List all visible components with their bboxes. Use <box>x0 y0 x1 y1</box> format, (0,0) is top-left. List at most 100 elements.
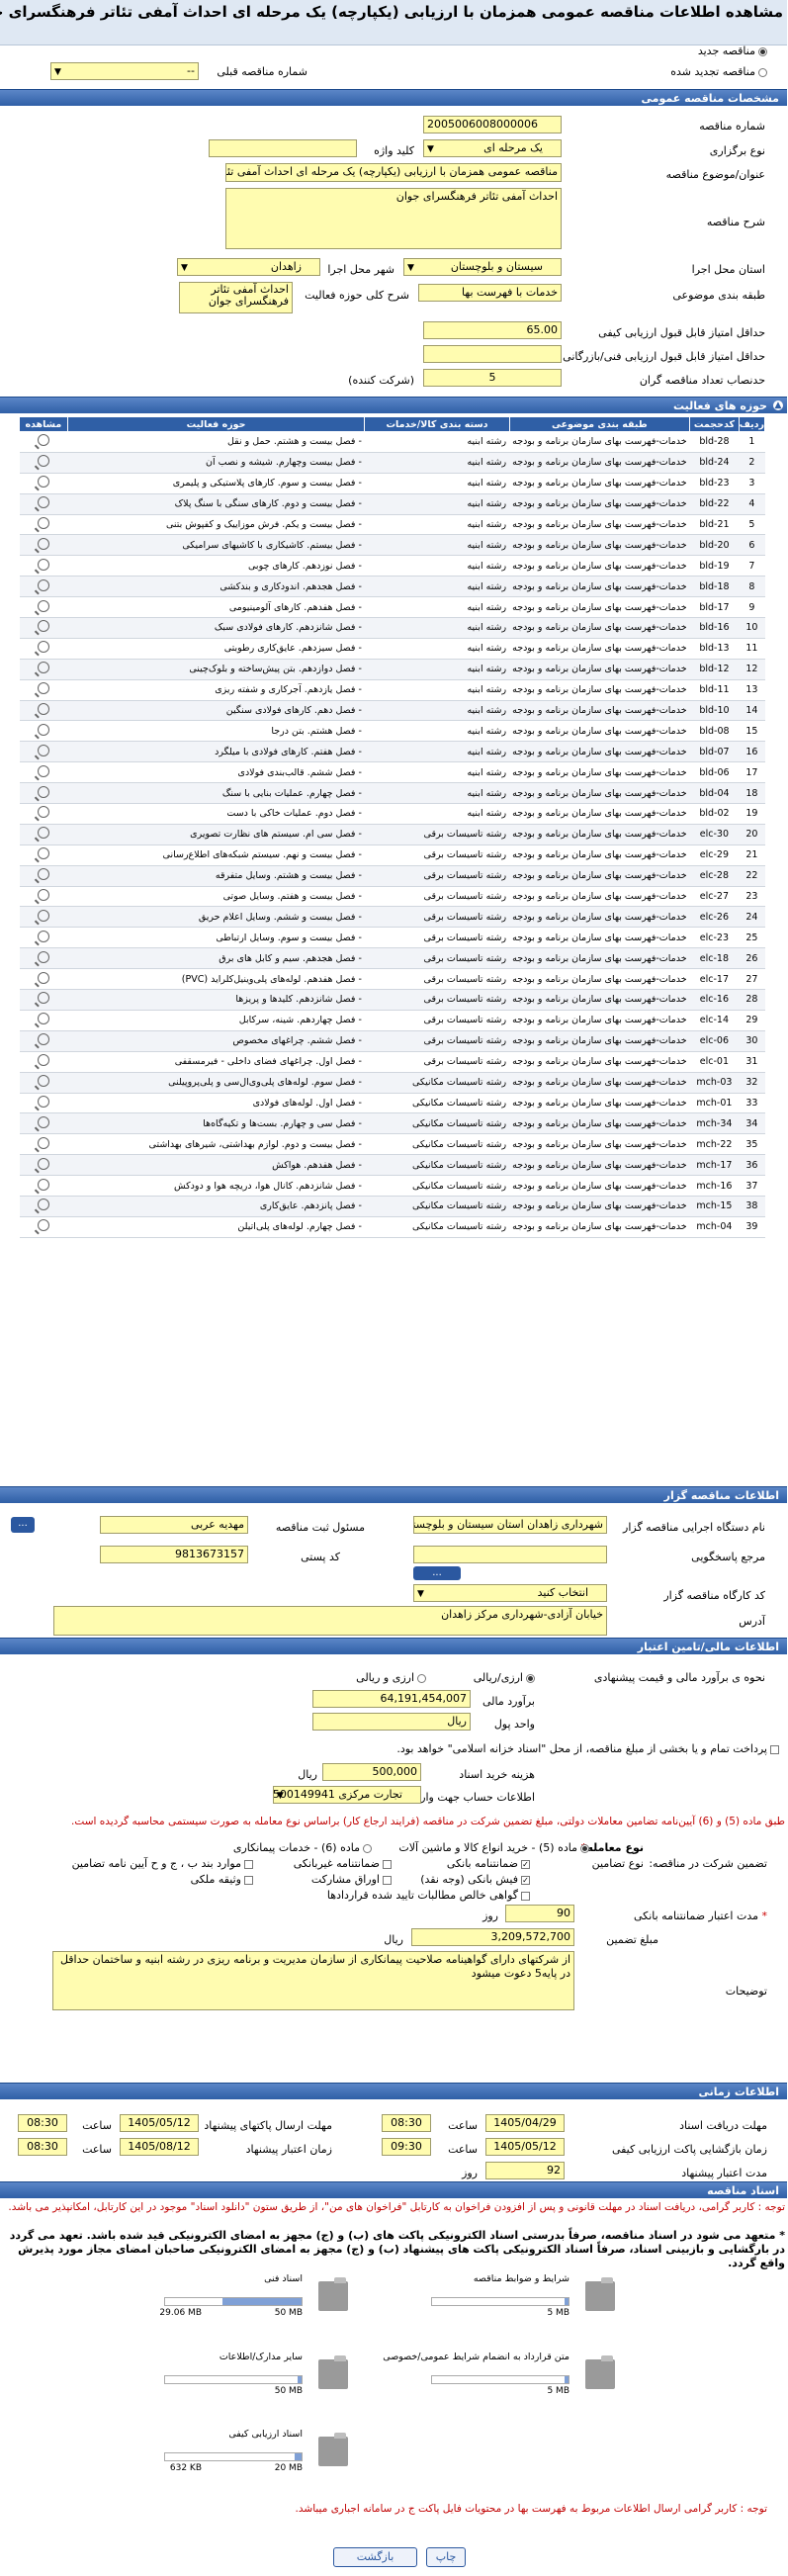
view-cell[interactable] <box>20 886 69 908</box>
view-icon[interactable] <box>38 868 50 881</box>
view-cell[interactable] <box>20 493 69 515</box>
view-icon[interactable] <box>38 1136 50 1149</box>
radio-renewed-tender[interactable]: مناقصه تجدید شده <box>671 65 768 78</box>
radio-deal-6[interactable]: ماده (6) - خدمات پیمانکاری <box>234 1841 373 1854</box>
view-cell[interactable] <box>20 1175 69 1197</box>
view-cell[interactable] <box>20 576 69 598</box>
account-select[interactable]: تجارت مرکزی 2500149941▼ <box>274 1786 422 1804</box>
activities-section-header[interactable]: حوزه های فعالیت ▲ <box>0 397 788 413</box>
view-icon[interactable] <box>38 909 50 922</box>
view-icon[interactable] <box>38 641 50 654</box>
view-icon[interactable] <box>38 476 50 489</box>
chk-claims[interactable]: گواهی خالص مطالبات تایید شده قراردادها <box>328 1889 531 1902</box>
view-icon[interactable] <box>38 806 50 819</box>
view-icon[interactable] <box>38 434 50 447</box>
view-icon[interactable] <box>38 1219 50 1232</box>
view-icon[interactable] <box>38 517 50 529</box>
view-cell[interactable] <box>20 700 69 722</box>
view-cell[interactable] <box>20 617 69 639</box>
view-icon[interactable] <box>38 537 50 550</box>
view-cell[interactable] <box>20 1072 69 1094</box>
view-icon[interactable] <box>38 785 50 798</box>
view-icon[interactable] <box>38 847 50 860</box>
view-cell[interactable] <box>20 782 69 805</box>
view-cell[interactable] <box>20 720 69 743</box>
view-cell[interactable] <box>20 865 69 887</box>
ref-more-button[interactable]: ... <box>414 1566 462 1580</box>
view-icon[interactable] <box>38 703 50 716</box>
chk-bank-receipt[interactable]: ✓فیش بانکی (وجه نقد) <box>421 1873 531 1886</box>
view-cell[interactable] <box>20 555 69 577</box>
file-item[interactable]: اسناد فنی 50 MB 29.06 MB <box>106 2269 353 2325</box>
view-icon[interactable] <box>38 1115 50 1128</box>
view-icon[interactable] <box>38 1199 50 1211</box>
view-icon[interactable] <box>38 764 50 777</box>
view-cell[interactable] <box>20 659 69 680</box>
pay-checkbox[interactable]: پرداخت تمام و یا بخشی از مبلغ مناقصه، از… <box>397 1742 780 1755</box>
file-item[interactable]: شرایط و ضوابط مناقصه 5 MB <box>373 2269 620 2325</box>
view-icon[interactable] <box>38 599 50 612</box>
view-cell[interactable] <box>20 803 69 825</box>
view-icon[interactable] <box>38 723 50 736</box>
view-icon[interactable] <box>38 992 50 1005</box>
view-icon[interactable] <box>38 1075 50 1088</box>
view-cell[interactable] <box>20 473 69 494</box>
view-icon[interactable] <box>38 620 50 633</box>
chk-bank-guarantee[interactable]: ✓ضمانتنامه بانکی <box>448 1857 531 1870</box>
view-cell[interactable] <box>20 906 69 929</box>
city-select[interactable]: زاهدان ▼ <box>178 258 321 276</box>
view-cell[interactable] <box>20 989 69 1011</box>
view-cell[interactable] <box>20 431 69 453</box>
prev-number-select[interactable]: -- ▼ <box>51 62 200 80</box>
view-cell[interactable] <box>20 844 69 866</box>
view-icon[interactable] <box>38 1054 50 1067</box>
chk-bonds[interactable]: اوراق مشارکت <box>312 1873 393 1886</box>
view-icon[interactable] <box>38 496 50 509</box>
view-icon[interactable] <box>38 682 50 695</box>
keyword-input[interactable] <box>210 139 358 157</box>
view-cell[interactable] <box>20 1010 69 1031</box>
workshop-select[interactable]: انتخاب کنید ▼ <box>414 1584 608 1602</box>
view-icon[interactable] <box>38 1157 50 1170</box>
view-icon[interactable] <box>38 1033 50 1046</box>
view-icon[interactable] <box>38 744 50 756</box>
chk-clause-items[interactable]: موارد بند ب ، ج و ح آیین نامه تضامین <box>73 1857 254 1870</box>
view-cell[interactable] <box>20 514 69 536</box>
view-cell[interactable] <box>20 741 69 763</box>
view-cell[interactable] <box>20 534 69 557</box>
view-cell[interactable] <box>20 1112 69 1135</box>
view-icon[interactable] <box>38 578 50 591</box>
view-icon[interactable] <box>38 455 50 468</box>
view-icon[interactable] <box>38 1178 50 1191</box>
radio-deal-5[interactable]: ماده (5) - خرید انواع کالا و ماشین آلات <box>399 1841 590 1854</box>
view-icon[interactable] <box>38 1095 50 1108</box>
officer-more-button[interactable]: ... <box>12 1517 36 1533</box>
view-cell[interactable] <box>20 968 69 991</box>
type-select[interactable]: یک مرحله ای ▼ <box>424 139 563 157</box>
print-button[interactable]: چاپ <box>427 2547 467 2567</box>
view-cell[interactable] <box>20 1196 69 1217</box>
view-icon[interactable] <box>38 662 50 674</box>
view-icon[interactable] <box>38 950 50 963</box>
file-item[interactable]: سایر مدارک/اطلاعات 50 MB <box>106 2348 353 2403</box>
radio-new-tender[interactable]: مناقصه جدید <box>699 44 768 57</box>
collapse-icon[interactable]: ▲ <box>774 400 784 410</box>
file-item[interactable]: متن قرارداد به انضمام شرایط عمومی/خصوصی 5… <box>373 2348 620 2403</box>
view-cell[interactable] <box>20 1030 69 1052</box>
view-cell[interactable] <box>20 1051 69 1073</box>
view-cell[interactable] <box>20 947 69 970</box>
view-cell[interactable] <box>20 679 69 701</box>
view-icon[interactable] <box>38 558 50 571</box>
view-cell[interactable] <box>20 927 69 949</box>
view-icon[interactable] <box>38 827 50 840</box>
view-cell[interactable] <box>20 1216 69 1238</box>
view-cell[interactable] <box>20 824 69 845</box>
view-icon[interactable] <box>38 971 50 984</box>
chk-nonbank-guarantee[interactable]: ضمانتنامه غیربانکی <box>295 1857 393 1870</box>
view-icon[interactable] <box>38 930 50 942</box>
file-item[interactable]: اسناد ارزیابی کیفی 20 MB 632 KB <box>106 2425 353 2480</box>
view-cell[interactable] <box>20 1154 69 1177</box>
radio-fx-rial[interactable]: ارزی و ریالی <box>357 1671 427 1684</box>
view-cell[interactable] <box>20 1133 69 1156</box>
view-cell[interactable] <box>20 1093 69 1114</box>
